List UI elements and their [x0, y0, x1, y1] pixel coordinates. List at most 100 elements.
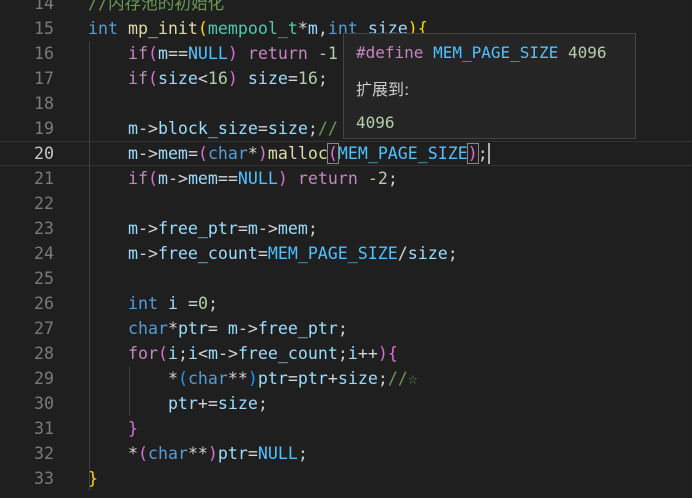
code-token: ;: [337, 319, 348, 338]
line-number: 16: [34, 44, 54, 63]
code-text: if(size<16) size=16;: [88, 66, 328, 91]
line-number: 28: [34, 344, 54, 363]
line-number: 26: [34, 294, 54, 313]
code-token: (: [147, 169, 158, 188]
code-token: NULL: [237, 169, 278, 188]
code-token: return: [247, 44, 308, 63]
code-token: size: [217, 394, 258, 413]
code-token: mem: [277, 219, 308, 238]
code-line[interactable]: 27 char*ptr= m->free_ptr;: [0, 316, 692, 341]
code-token: =: [247, 444, 258, 463]
code-token: free_count: [237, 344, 338, 363]
code-text: char*ptr= m->free_ptr;: [88, 316, 348, 341]
code-token: mem: [187, 169, 218, 188]
code-token: ): [227, 69, 238, 88]
code-token: =: [237, 219, 248, 238]
code-token: +: [327, 369, 338, 388]
code-token: ;: [317, 69, 328, 88]
code-token: m: [127, 119, 138, 138]
code-token: =: [257, 244, 268, 263]
code-token: ): [227, 44, 238, 63]
code-token: =: [287, 369, 298, 388]
code-token: (: [147, 69, 158, 88]
code-token: ;: [307, 119, 318, 138]
code-token: char: [127, 319, 168, 338]
code-token: ->: [167, 169, 188, 188]
code-line[interactable]: 14 //内存池的初始化: [0, 0, 692, 16]
code-line[interactable]: 29 *(char**)ptr=ptr+size;//☆: [0, 366, 692, 391]
code-token: ): [277, 169, 288, 188]
code-token: *: [167, 319, 178, 338]
code-token: (: [197, 19, 208, 38]
line-number: 30: [34, 394, 54, 413]
tooltip-macro-value: 4096: [567, 43, 607, 62]
tooltip-macro-name: MEM_PAGE_SIZE: [433, 43, 559, 62]
code-text: for(i;i<m->free_count;i++){: [88, 341, 398, 366]
code-line[interactable]: 21 if(m->mem==NULL) return -2;: [0, 166, 692, 191]
code-token: **: [227, 369, 248, 388]
code-token: m: [157, 44, 168, 63]
code-token: ;: [387, 169, 398, 188]
code-token: i: [167, 344, 178, 363]
code-text: m->block_size=size;//: [88, 116, 338, 141]
line-number: 19: [34, 119, 54, 138]
code-line[interactable]: 33}: [0, 466, 692, 491]
code-token: ptr: [167, 394, 198, 413]
code-token: ;: [307, 219, 318, 238]
code-token: m: [127, 144, 138, 163]
code-token: *: [247, 144, 258, 163]
code-token: ptr: [217, 444, 248, 463]
line-number: 27: [34, 319, 54, 338]
code-line[interactable]: 23 m->free_ptr=m->mem;: [0, 216, 692, 241]
code-line[interactable]: 25: [0, 266, 692, 291]
code-token: ): [207, 444, 218, 463]
code-token: size: [157, 69, 198, 88]
code-line[interactable]: 30 ptr+=size;: [0, 391, 692, 416]
code-line[interactable]: 28 for(i;i<m->free_count;i++){: [0, 341, 692, 366]
code-line[interactable]: 20 m->mem=(char*)malloc(MEM_PAGE_SIZE);: [0, 141, 692, 166]
line-number: 25: [34, 269, 54, 288]
code-line[interactable]: 32 *(char**)ptr=NULL;: [0, 441, 692, 466]
code-token: free_count: [157, 244, 258, 263]
code-text: if(m==NULL) return -1: [88, 41, 338, 66]
code-token: ptr: [297, 369, 328, 388]
code-text: //内存池的初始化: [88, 0, 224, 16]
code-token: ptr: [257, 369, 288, 388]
code-token: int: [88, 19, 118, 38]
code-token: MEM_PAGE_SIZE: [267, 244, 398, 263]
code-token: ->: [237, 319, 258, 338]
code-token: malloc: [267, 144, 328, 163]
code-token: ptr: [177, 319, 208, 338]
line-number: 14: [34, 0, 54, 13]
code-token: ;: [447, 244, 458, 263]
code-token: /: [397, 244, 408, 263]
code-token: ,: [317, 19, 328, 38]
code-token: m: [307, 19, 318, 38]
line-number: 17: [34, 69, 54, 88]
code-text: m->free_ptr=m->mem;: [88, 216, 318, 241]
code-token: 0: [197, 294, 208, 313]
code-token: <: [197, 344, 208, 363]
code-token: ==: [167, 44, 188, 63]
code-token: *: [127, 444, 138, 463]
code-token: m: [127, 219, 138, 238]
code-line[interactable]: 24 m->free_count=MEM_PAGE_SIZE/size;: [0, 241, 692, 266]
code-token: -1: [317, 44, 338, 63]
code-line[interactable]: 22: [0, 191, 692, 216]
text-cursor: [488, 143, 490, 164]
code-line[interactable]: 31 }: [0, 416, 692, 441]
code-token: char: [207, 144, 248, 163]
code-token: 16: [297, 69, 318, 88]
code-token: ;: [477, 144, 488, 163]
code-line[interactable]: 26 int i =0;: [0, 291, 692, 316]
code-token: ->: [257, 219, 278, 238]
code-token: mem: [157, 144, 188, 163]
